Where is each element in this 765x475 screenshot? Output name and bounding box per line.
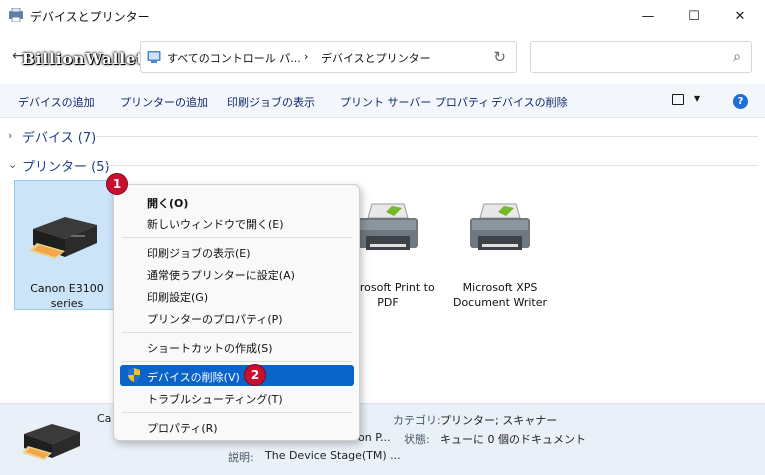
menu-item-label: 新しいウィンドウで開く(E) bbox=[147, 218, 284, 231]
menu-item-label: 開く(O) bbox=[147, 197, 189, 210]
menu-item-open-new-window[interactable]: 新しいウィンドウで開く(E) bbox=[120, 212, 354, 233]
menu-item-label: プリンターのプロパティ(P) bbox=[147, 313, 283, 326]
detail-name: Ca bbox=[97, 412, 112, 425]
detail-status-label: 状態: bbox=[404, 433, 430, 446]
annotation-badge-1: 1 bbox=[106, 173, 128, 195]
menu-separator bbox=[122, 361, 352, 362]
search-box[interactable]: ⌕ bbox=[530, 41, 752, 73]
print-server-properties-button[interactable]: プリント サーバー プロパティ bbox=[340, 94, 489, 110]
help-icon[interactable]: ? bbox=[733, 94, 748, 109]
title-bar: デバイスとプリンター — ☐ ✕ bbox=[0, 0, 765, 32]
menu-item-label: 通常使うプリンターに設定(A) bbox=[147, 269, 295, 282]
group-divider bbox=[106, 165, 758, 166]
menu-item-label: プロパティ(R) bbox=[147, 422, 218, 435]
detail-description-value: The Device Stage(TM) ... bbox=[265, 449, 401, 462]
menu-item-label: 印刷ジョブの表示(E) bbox=[147, 247, 251, 260]
menu-item-printer-properties[interactable]: プリンターのプロパティ(P) bbox=[120, 307, 354, 328]
menu-item-properties[interactable]: プロパティ(R) bbox=[120, 416, 354, 437]
window-title: デバイスとプリンター bbox=[30, 10, 150, 24]
group-title-devices[interactable]: デバイス (7) bbox=[22, 127, 96, 146]
menu-item-label: デバイスの削除(V) bbox=[147, 371, 240, 384]
printer-icon bbox=[470, 203, 530, 250]
breadcrumb-devices-printers[interactable]: デバイスとプリンター bbox=[321, 50, 431, 66]
chevron-down-icon[interactable]: ▼ bbox=[694, 94, 700, 103]
menu-separator bbox=[122, 412, 352, 413]
breadcrumb-control-panel[interactable]: すべてのコントロール パ... bbox=[167, 50, 301, 66]
add-device-button[interactable]: デバイスの追加 bbox=[18, 94, 95, 110]
group-divider bbox=[96, 136, 758, 137]
minimize-button[interactable]: — bbox=[625, 0, 671, 32]
menu-item-remove-device[interactable]: デバイスの削除(V) bbox=[120, 365, 354, 386]
menu-item-troubleshoot[interactable]: トラブルシューティング(T) bbox=[120, 387, 354, 408]
chevron-right-icon[interactable]: › bbox=[8, 129, 12, 142]
detail-description-label: 説明: bbox=[228, 451, 254, 464]
printer-label: Microsoft XPS Document Writer bbox=[452, 281, 548, 309]
group-title-printers[interactable]: プリンター (5) bbox=[22, 156, 110, 175]
add-printer-button[interactable]: プリンターの追加 bbox=[120, 94, 208, 110]
menu-item-label: ショートカットの作成(S) bbox=[147, 342, 273, 355]
devices-printers-icon bbox=[9, 8, 23, 22]
printer-item-ms-xps[interactable]: Microsoft XPS Document Writer bbox=[448, 196, 552, 326]
address-row: ← BillionWallet.com すべてのコントロール パ... › デバ… bbox=[0, 32, 765, 84]
control-panel-icon bbox=[147, 51, 161, 63]
menu-item-print-settings[interactable]: 印刷設定(G) bbox=[120, 285, 354, 306]
address-bar[interactable]: すべてのコントロール パ... › デバイスとプリンター ↻ bbox=[140, 41, 517, 73]
remove-device-button[interactable]: デバイスの削除 bbox=[491, 94, 568, 110]
detail-model: on P... bbox=[358, 431, 391, 444]
annotation-badge-2: 2 bbox=[244, 364, 266, 386]
printer-label: Canon E3100 series bbox=[30, 282, 104, 310]
search-icon[interactable]: ⌕ bbox=[733, 49, 741, 65]
detail-status-value: キューに 0 個のドキュメント bbox=[440, 433, 586, 446]
detail-category-value: プリンター; スキャナー bbox=[440, 414, 558, 427]
uac-shield-icon bbox=[128, 368, 140, 382]
refresh-icon[interactable]: ↻ bbox=[493, 48, 506, 66]
printer-icon bbox=[358, 203, 418, 250]
menu-item-create-shortcut[interactable]: ショートカットの作成(S) bbox=[120, 336, 354, 357]
chevron-down-icon[interactable]: ⌄ bbox=[8, 158, 17, 171]
printer-item-canon[interactable]: Canon E3100 series bbox=[14, 180, 118, 310]
view-layout-icon[interactable] bbox=[672, 94, 684, 105]
menu-separator bbox=[122, 332, 352, 333]
menu-separator bbox=[122, 237, 352, 238]
menu-item-open[interactable]: 開く(O) bbox=[120, 191, 354, 212]
menu-item-label: 印刷設定(G) bbox=[147, 291, 209, 304]
context-menu: 開く(O) 新しいウィンドウで開く(E) 印刷ジョブの表示(E) 通常使うプリン… bbox=[113, 184, 360, 441]
search-input[interactable] bbox=[539, 48, 719, 66]
menu-item-see-print-jobs[interactable]: 印刷ジョブの表示(E) bbox=[120, 241, 354, 262]
printer-icon bbox=[29, 217, 97, 259]
maximize-button[interactable]: ☐ bbox=[671, 0, 717, 32]
show-print-jobs-button[interactable]: 印刷ジョブの表示 bbox=[227, 94, 315, 110]
close-button[interactable]: ✕ bbox=[717, 0, 763, 32]
menu-item-label: トラブルシューティング(T) bbox=[147, 393, 283, 406]
menu-item-set-default[interactable]: 通常使うプリンターに設定(A) bbox=[120, 263, 354, 284]
group-devices[interactable]: › デバイス (7) bbox=[8, 126, 758, 148]
command-bar: デバイスの追加 プリンターの追加 印刷ジョブの表示 プリント サーバー プロパテ… bbox=[0, 84, 765, 118]
printer-icon bbox=[22, 424, 80, 460]
breadcrumb-separator[interactable]: › bbox=[304, 50, 308, 63]
detail-category-label: カテゴリ: bbox=[393, 414, 441, 427]
